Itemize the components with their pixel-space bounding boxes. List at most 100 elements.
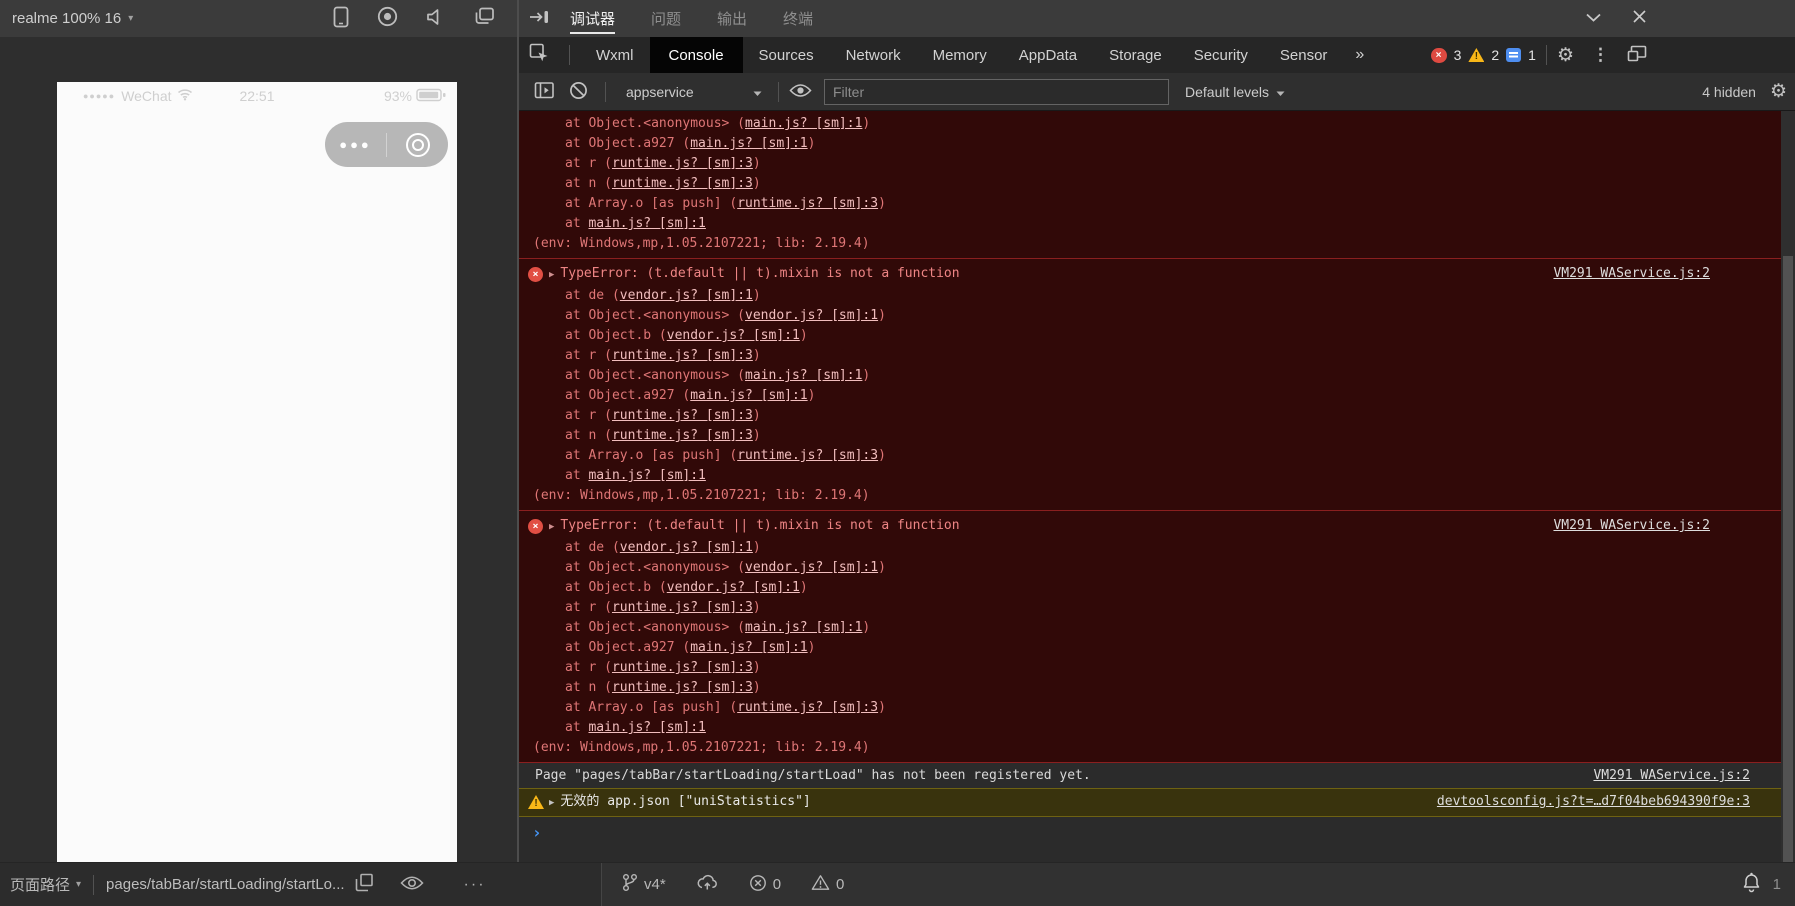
stack-frame: at n (runtime.js? [sm]:3) [519, 426, 1795, 446]
tab-wxml[interactable]: Wxml [580, 37, 650, 73]
message-source-link[interactable]: VM291 WAService.js:2 [1593, 763, 1750, 788]
stack-file-link[interactable]: vendor.js? [sm]:1 [667, 328, 800, 343]
stack-file-link[interactable]: runtime.js? [sm]:3 [737, 700, 878, 715]
message-source-link[interactable]: devtoolsconfig.js?t=…d7f04beb694390f9e:3 [1437, 789, 1750, 815]
multi-window-button[interactable] [474, 7, 495, 30]
tab-memory[interactable]: Memory [917, 37, 1003, 73]
stack-file-link[interactable]: main.js? [sm]:1 [690, 640, 807, 655]
message-source-link[interactable]: VM291 WAService.js:2 [1553, 263, 1710, 285]
message-source-link[interactable]: VM291 WAService.js:2 [1553, 515, 1710, 537]
title-tab-terminal[interactable]: 终端 [783, 0, 813, 37]
git-branch-indicator[interactable]: v4* [622, 873, 666, 896]
error-message-header: VM291 WAService.js:2▶TypeError: (t.defau… [519, 514, 1795, 538]
stack-file-link[interactable]: vendor.js? [sm]:1 [745, 308, 878, 323]
tab-network[interactable]: Network [830, 37, 917, 73]
tab-appdata[interactable]: AppData [1003, 37, 1093, 73]
inspect-element-button[interactable] [529, 43, 549, 67]
capsule-close-button[interactable] [387, 133, 448, 157]
env-info: (env: Windows,mp,1.05.2107221; lib: 2.19… [519, 738, 1795, 758]
stack-file-link[interactable]: runtime.js? [sm]:3 [612, 428, 753, 443]
tab-console[interactable]: Console [650, 37, 743, 73]
bell-icon [1742, 872, 1761, 897]
stack-file-link[interactable]: main.js? [sm]:1 [745, 368, 862, 383]
title-tab-debugger[interactable]: 调试器 [570, 0, 615, 37]
stack-file-link[interactable]: main.js? [sm]:1 [588, 720, 705, 735]
sync-upload-button[interactable] [696, 874, 719, 895]
stack-frame: at Object.<anonymous> (main.js? [sm]:1) [519, 114, 1795, 134]
console-info-message: VM291 WAService.js:2 Page "pages/tabBar/s… [519, 763, 1795, 788]
console-output: at Object.<anonymous> (main.js? [sm]:1) a… [519, 111, 1795, 862]
console-prompt[interactable]: › [519, 817, 1795, 842]
env-info: (env: Windows,mp,1.05.2107221; lib: 2.19… [519, 486, 1795, 506]
stack-file-link[interactable]: runtime.js? [sm]:3 [737, 196, 878, 211]
tab-sensor[interactable]: Sensor [1264, 37, 1344, 73]
phone-screen[interactable]: ●●●●● WeChat 22:51 93% ●●● [57, 82, 457, 862]
stack-frame: at Object.<anonymous> (main.js? [sm]:1) [519, 366, 1795, 386]
problems-errors-indicator[interactable]: 0 [749, 874, 781, 896]
tab-storage[interactable]: Storage [1093, 37, 1178, 73]
warning-icon [528, 795, 544, 809]
rotate-device-button[interactable] [333, 6, 349, 32]
clear-console-button[interactable] [569, 81, 588, 103]
stack-file-link[interactable]: runtime.js? [sm]:3 [612, 156, 753, 171]
devtools-settings-button[interactable]: ⚙ [1557, 46, 1574, 65]
tab-security[interactable]: Security [1178, 37, 1264, 73]
stack-file-link[interactable]: vendor.js? [sm]:1 [667, 580, 800, 595]
disclosure-triangle-icon[interactable]: ▶ [549, 522, 554, 532]
undock-button[interactable] [1627, 45, 1647, 66]
title-tab-output[interactable]: 输出 [717, 0, 747, 37]
stack-file-link[interactable]: main.js? [sm]:1 [588, 468, 705, 483]
stack-file-link[interactable]: vendor.js? [sm]:1 [620, 288, 753, 303]
capsule-menu-button[interactable]: ●●● [325, 137, 386, 152]
path-more-button[interactable]: ··· [464, 876, 486, 894]
stack-file-link[interactable]: runtime.js? [sm]:3 [612, 176, 753, 191]
log-level-selector[interactable]: Default levels [1185, 84, 1285, 100]
console-settings-button[interactable]: ⚙ [1770, 82, 1787, 101]
stack-file-link[interactable]: main.js? [sm]:1 [745, 620, 862, 635]
stack-frame: at de (vendor.js? [sm]:1) [519, 286, 1795, 306]
warning-badge-icon [1468, 48, 1484, 62]
chevron-down-icon: ▾ [128, 13, 133, 24]
warning-message-text: 无效的 app.json ["uniStatistics"] [560, 794, 810, 809]
stack-file-link[interactable]: main.js? [sm]:1 [690, 136, 807, 151]
record-screen-button[interactable] [377, 6, 398, 31]
stack-file-link[interactable]: main.js? [sm]:1 [588, 216, 705, 231]
more-tabs-button[interactable]: » [1343, 37, 1376, 73]
problems-warnings-indicator[interactable]: 0 [811, 874, 844, 895]
title-tab-problems[interactable]: 问题 [651, 0, 681, 37]
stack-file-link[interactable]: vendor.js? [sm]:1 [745, 560, 878, 575]
copy-path-button[interactable] [355, 873, 374, 896]
stack-file-link[interactable]: main.js? [sm]:1 [690, 388, 807, 403]
page-path-value: pages/tabBar/startLoading/startLo... [106, 876, 344, 893]
divider [1546, 45, 1547, 65]
dock-panel-button[interactable] [529, 9, 550, 29]
devtools-menu-button[interactable]: ⋮ [1592, 45, 1609, 65]
stack-file-link[interactable]: runtime.js? [sm]:3 [612, 408, 753, 423]
info-message-text: Page "pages/tabBar/startLoading/startLoa… [535, 768, 1091, 783]
preview-path-button[interactable] [400, 875, 424, 895]
execution-context-selector[interactable]: appservice [616, 84, 768, 100]
tab-sources[interactable]: Sources [743, 37, 830, 73]
page-path-selector[interactable]: 页面路径 ▾ [10, 874, 81, 895]
console-sidebar-toggle[interactable] [534, 81, 555, 103]
mute-sound-button[interactable] [426, 8, 446, 30]
disclosure-triangle-icon[interactable]: ▶ [549, 798, 554, 808]
stack-file-link[interactable]: runtime.js? [sm]:3 [612, 600, 753, 615]
live-expression-button[interactable] [789, 83, 812, 101]
console-filter-input[interactable] [824, 79, 1169, 105]
stack-file-link[interactable]: runtime.js? [sm]:3 [612, 660, 753, 675]
disclosure-triangle-icon[interactable]: ▶ [549, 270, 554, 280]
stack-file-link[interactable]: runtime.js? [sm]:3 [737, 448, 878, 463]
stack-file-link[interactable]: runtime.js? [sm]:3 [612, 348, 753, 363]
device-selector[interactable]: realme 100% 16 ▾ [12, 10, 133, 27]
hidden-messages-count[interactable]: 4 hidden [1702, 84, 1756, 100]
collapse-panel-button[interactable] [1585, 10, 1602, 27]
stack-file-link[interactable]: vendor.js? [sm]:1 [620, 540, 753, 555]
stack-file-link[interactable]: main.js? [sm]:1 [745, 116, 862, 131]
console-scrollbar[interactable] [1781, 111, 1795, 862]
clear-icon [569, 81, 588, 103]
stack-file-link[interactable]: runtime.js? [sm]:3 [612, 680, 753, 695]
close-debugger-button[interactable] [1632, 9, 1647, 28]
notifications-button[interactable] [1742, 872, 1761, 897]
scrollbar-thumb[interactable] [1783, 256, 1793, 862]
